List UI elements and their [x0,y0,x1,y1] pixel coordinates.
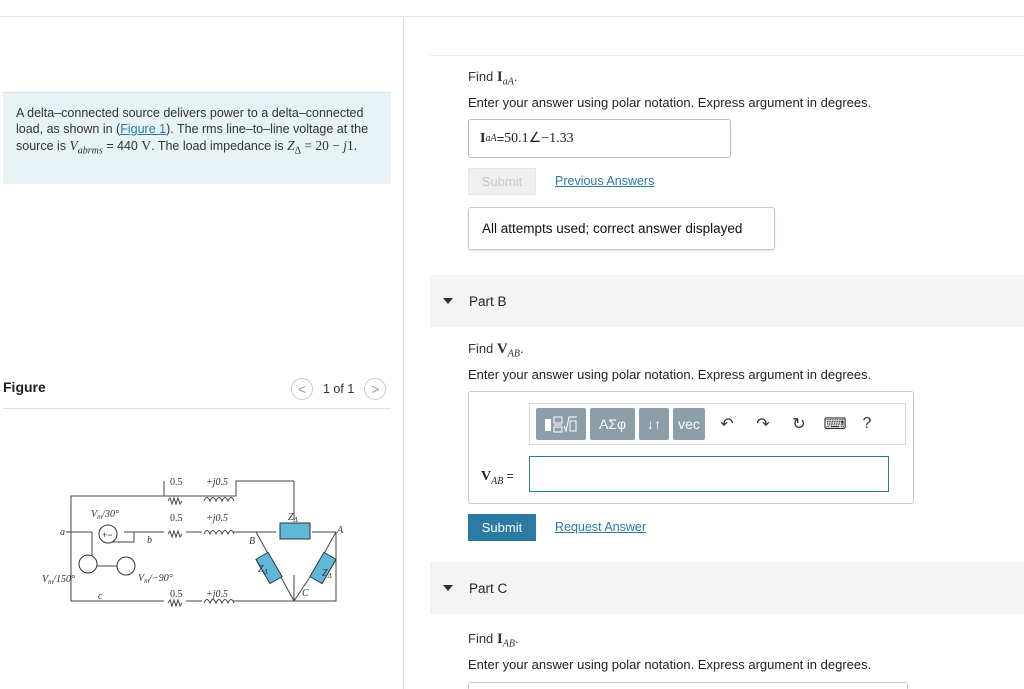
reset-icon[interactable]: ↻ [781,408,817,440]
collapse-caret-icon [443,585,453,591]
part-b-submit-button[interactable]: Submit [468,514,536,541]
figure-pager: < 1 of 1 > [291,378,387,400]
part-b-answer-input[interactable] [529,456,889,492]
part-c-question: Find IAB. [468,631,519,650]
node-b-label: b [147,535,152,546]
part-a-question: Find IaA. [468,69,518,88]
figure-link[interactable]: Figure 1 [120,122,166,136]
arrows-button[interactable]: ↓↑ [639,408,669,440]
wire-top [70,480,294,498]
source-ca-label: Vm/150° [42,574,75,586]
problem-text-3: . The load impedance is [151,138,288,153]
resistor-2 [167,529,183,539]
source-ab-label: Vm/30° [91,509,119,521]
source-bc-label: Vm/−90° [138,573,173,585]
prev-figure-button[interactable]: < [291,378,313,400]
panel-divider [403,17,404,689]
undo-icon[interactable]: ↶ [709,408,745,440]
part-b-input-label: VAB = [481,469,514,487]
part-a-answer-field: IaA = 50.1∠−1.33 [468,119,731,158]
node-a-label: a [60,527,65,538]
node-B-label: B [249,536,255,547]
source-ca [78,554,98,574]
part-b-instruction: Enter your answer using polar notation. … [468,367,872,382]
chevron-left-icon: < [297,381,307,397]
chevron-right-icon: > [371,381,380,397]
part-a-submit-button[interactable]: Submit [468,168,536,195]
part-b-question: Find VAB. [468,341,524,360]
r3-label: 0.5 [170,589,183,600]
part-c-answer-field[interactable] [468,682,908,689]
help-icon[interactable]: ? [853,408,881,440]
previous-answers-link[interactable]: Previous Answers [555,174,654,188]
inductor-2 [203,530,235,536]
impedance-end: 1. [347,137,358,153]
l1-label: +j0.5 [206,477,228,488]
voltage-unit: V [141,137,152,153]
inductor-1 [203,497,235,503]
problem-statement: A delta–connected source delivers power … [3,92,391,184]
greek-symbols-button[interactable]: ΑΣφ [590,408,635,440]
part-a-instruction: Enter your answer using polar notation. … [468,95,872,110]
answer-value: 50.1∠−1.33 [504,131,574,146]
inductor-3 [203,599,235,605]
resistor-1 [167,496,183,506]
next-figure-button[interactable]: > [364,378,387,400]
impedance-ab [279,522,311,540]
impedance-symbol: ZΔ [287,137,302,157]
resistor-3 [167,598,183,608]
part-b-answer-editor: ΑΣφ ↓↑ vec ↶ ↷ ↻ ⌨ ? VAB = [468,391,914,504]
figure-title: Figure [3,379,46,395]
source-ab-sign: +− [102,530,113,540]
templates-button[interactable] [536,408,586,440]
figure-rule [3,408,391,409]
keyboard-icon[interactable]: ⌨ [817,408,853,440]
r1-label: 0.5 [170,477,183,488]
request-answer-link[interactable]: Request Answer [555,520,646,534]
part-a-top-rule [430,55,1024,56]
l2-label: +j0.5 [206,513,228,524]
part-a-status-message: All attempts used; correct answer displa… [468,207,775,250]
z-ab-label: ZΔ [288,512,298,524]
wire-right [293,481,337,602]
source-bc [116,556,136,576]
circuit-diagram: +− 0.5 +j0.5 0.5 +j0.5 0.5 +j0.5 Vm/30° … [42,477,344,608]
node-A-label: A [336,525,344,536]
l3-label: +j0.5 [206,589,228,600]
figure-page-indicator: 1 of 1 [323,382,355,396]
math-toolbar: ΑΣφ ↓↑ vec ↶ ↷ ↻ ⌨ ? [529,403,906,445]
collapse-caret-icon [443,298,453,304]
top-border [0,16,1024,17]
voltage-symbol: Vabrms [69,137,103,157]
redo-icon[interactable]: ↷ [745,408,781,440]
templates-icon [545,416,577,433]
impedance-eq: = 20 − [301,137,344,153]
r2-label: 0.5 [170,513,183,524]
voltage-value: = 440 [102,138,142,153]
node-c-label: c [98,591,103,602]
part-c-title: Part C [469,580,508,596]
vector-button[interactable]: vec [673,408,705,440]
part-b-header[interactable]: Part B [430,275,1024,327]
node-C-label: C [302,588,309,599]
part-b-title: Part B [469,293,507,309]
part-c-instruction: Enter your answer using polar notation. … [468,657,872,672]
part-c-header[interactable]: Part C [430,562,1024,614]
